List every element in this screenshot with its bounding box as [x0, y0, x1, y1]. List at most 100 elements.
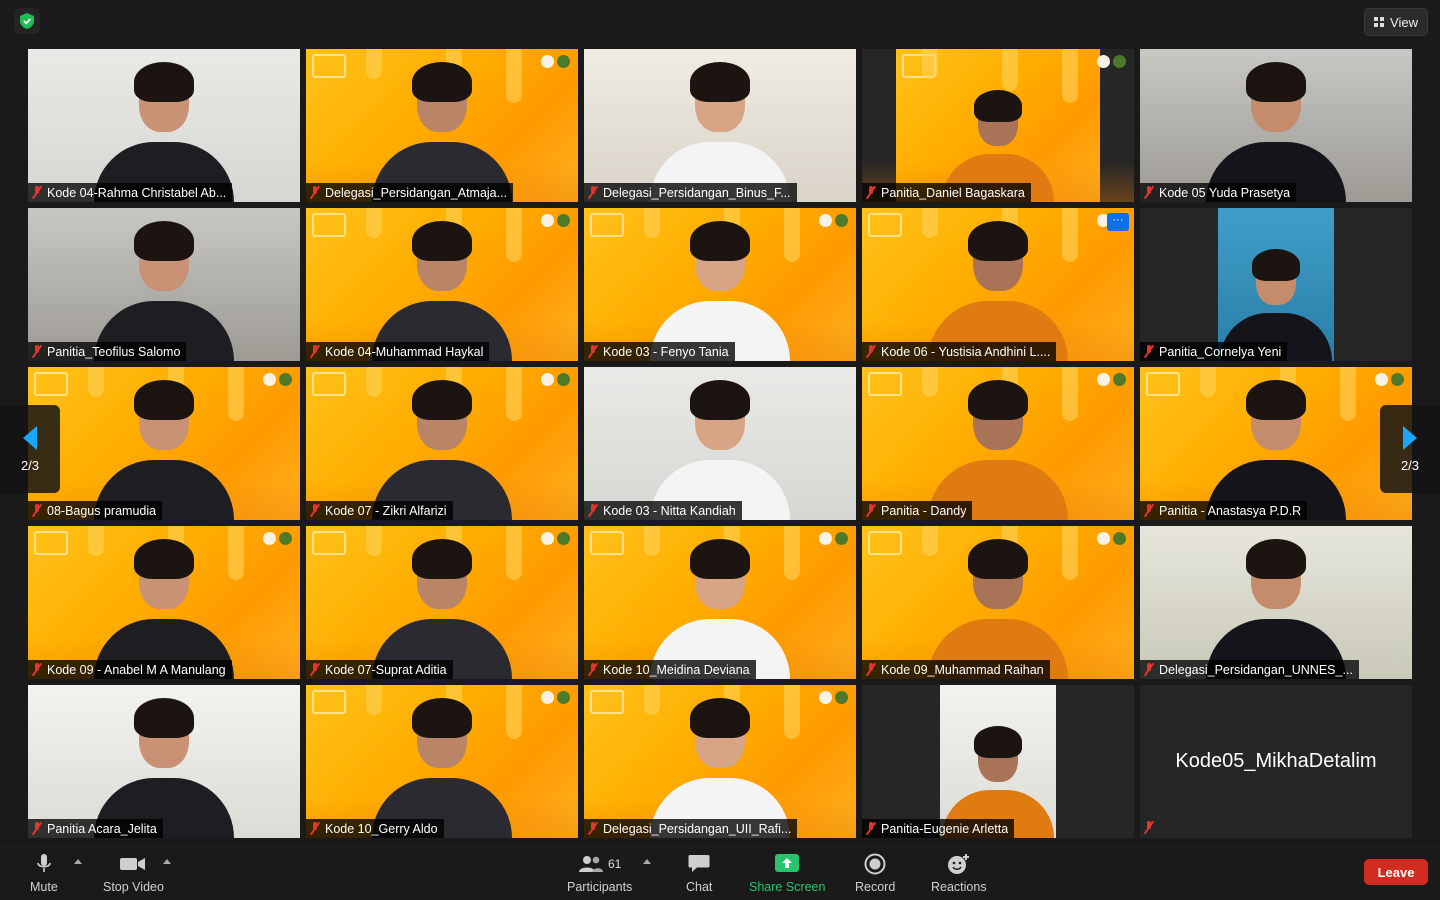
- participant-video: [928, 529, 1068, 679]
- video-tile[interactable]: Delegasi_Persidangan_UII_Rafi...: [584, 685, 856, 838]
- video-tile[interactable]: Kode05_MikhaDetalim: [1140, 685, 1412, 838]
- video-tile[interactable]: Panitia_Cornelya Yeni: [1140, 208, 1412, 361]
- meeting-toolbar: Mute Stop Video 61 Participants Chat Sha…: [0, 846, 1440, 900]
- participant-video: [1206, 370, 1346, 520]
- participants-label: Participants: [567, 880, 633, 894]
- view-button-label: View: [1390, 14, 1418, 30]
- video-tile[interactable]: Kode 09_Muhammad Raihan: [862, 526, 1134, 679]
- video-tile[interactable]: ··· Kode 06 - Yustisia Andhini L....: [862, 208, 1134, 361]
- muted-mic-icon: [1144, 186, 1154, 199]
- video-tile[interactable]: Panitia_Daniel Bagaskara: [862, 49, 1134, 202]
- share-screen-label: Share Screen: [749, 880, 826, 894]
- video-tile[interactable]: Delegasi_Persidangan_Binus_F...: [584, 49, 856, 202]
- participant-name: Panitia-Eugenie Arletta: [881, 821, 1009, 836]
- participant-name: Kode 09_Muhammad Raihan: [881, 662, 1044, 677]
- mute-button[interactable]: Mute: [30, 853, 58, 894]
- participant-name-label: Kode 03 - Nitta Kandiah: [584, 501, 742, 520]
- participant-name: Kode 07-Suprat Aditia: [325, 662, 447, 677]
- previous-page-button[interactable]: 2/3: [0, 405, 60, 493]
- participant-name-label: Kode 09_Muhammad Raihan: [862, 660, 1050, 679]
- video-options-chevron-icon[interactable]: [163, 859, 171, 864]
- video-tile[interactable]: Panitia_Teofilus Salomo: [28, 208, 300, 361]
- video-tile[interactable]: Kode 03 - Nitta Kandiah: [584, 367, 856, 520]
- participant-name-large: Kode05_MikhaDetalim: [1175, 750, 1377, 772]
- participant-name-label: Delegasi_Persidangan_UNNES_...: [1140, 660, 1359, 679]
- participant-name-label: Kode 09 - Anabel M A Manulang: [28, 660, 232, 679]
- record-label: Record: [855, 880, 896, 894]
- video-tile[interactable]: Kode 04-Rahma Christabel Ab...: [28, 49, 300, 202]
- video-tile[interactable]: Kode 09 - Anabel M A Manulang: [28, 526, 300, 679]
- event-logo: [868, 531, 902, 555]
- muted-mic-icon: [1144, 663, 1154, 676]
- muted-mic-icon: [310, 504, 320, 517]
- stop-video-label: Stop Video: [103, 880, 164, 894]
- muted-mic-icon: [588, 186, 598, 199]
- video-tile[interactable]: Kode 07 - Zikri Alfarizi: [306, 367, 578, 520]
- video-tile[interactable]: Panitia Acara_Jelita: [28, 685, 300, 838]
- page-indicator-left: 2/3: [20, 457, 40, 473]
- participant-name-label: Kode 05 Yuda Prasetya: [1140, 183, 1297, 202]
- muted-mic-icon: [310, 822, 320, 835]
- muted-mic-icon: [588, 345, 598, 358]
- video-tile[interactable]: Panitia-Eugenie Arletta: [862, 685, 1134, 838]
- participant-name: Kode 05 Yuda Prasetya: [1159, 185, 1291, 200]
- participant-name: Delegasi_Persidangan_Atmaja...: [325, 185, 508, 200]
- participant-name-label: Kode 06 - Yustisia Andhini L....: [862, 342, 1057, 361]
- share-screen-icon: [775, 853, 800, 875]
- video-tile[interactable]: Kode 04-Muhammad Haykal: [306, 208, 578, 361]
- video-tile[interactable]: Delegasi_Persidangan_Atmaja...: [306, 49, 578, 202]
- participant-name-label: Panitia - Anastasya P.D.R: [1140, 501, 1308, 520]
- participant-name-label: Kode 03 - Fenyo Tania: [584, 342, 735, 361]
- leave-button[interactable]: Leave: [1364, 859, 1428, 885]
- participants-chevron-icon[interactable]: [643, 859, 651, 864]
- participant-name-label: Panitia - Dandy: [862, 501, 973, 520]
- participant-video: [650, 52, 790, 202]
- video-tile[interactable]: Kode 10_Meidina Deviana: [584, 526, 856, 679]
- video-tile[interactable]: 08-Bagus pramudia: [28, 367, 300, 520]
- participant-name: Kode 04-Muhammad Haykal: [325, 344, 484, 359]
- video-tile[interactable]: Panitia - Anastasya P.D.R: [1140, 367, 1412, 520]
- video-tile[interactable]: Kode 07-Suprat Aditia: [306, 526, 578, 679]
- event-badges: [819, 691, 848, 704]
- participant-name: Kode 10_Meidina Deviana: [603, 662, 750, 677]
- next-page-button[interactable]: 2/3: [1380, 405, 1440, 493]
- gallery-grid: Kode 04-Rahma Christabel Ab... Delegasi_P…: [28, 49, 1412, 838]
- participant-name-label: Delegasi_Persidangan_Atmaja...: [306, 183, 514, 202]
- event-logo: [34, 372, 68, 396]
- record-button[interactable]: Record: [855, 853, 895, 894]
- video-tile[interactable]: Delegasi_Persidangan_UNNES_...: [1140, 526, 1412, 679]
- event-logo: [1146, 372, 1180, 396]
- participant-name-label: 08-Bagus pramudia: [28, 501, 163, 520]
- audio-options-chevron-icon[interactable]: [74, 859, 82, 864]
- event-logo: [312, 531, 346, 555]
- share-screen-button[interactable]: Share Screen: [749, 853, 825, 894]
- security-shield-icon[interactable]: [14, 8, 40, 34]
- video-tile[interactable]: Kode 05 Yuda Prasetya: [1140, 49, 1412, 202]
- participant-video: [650, 688, 790, 838]
- participant-name-label: Kode 07 - Zikri Alfarizi: [306, 501, 453, 520]
- more-options-button[interactable]: ···: [1107, 213, 1129, 231]
- event-logo: [590, 531, 624, 555]
- participants-button[interactable]: 61 Participants: [567, 853, 632, 894]
- event-badges: [1097, 532, 1126, 545]
- reactions-button[interactable]: Reactions: [931, 853, 987, 894]
- muted-mic-icon: [1144, 504, 1154, 517]
- muted-mic-icon: [588, 663, 598, 676]
- participant-video: [94, 211, 234, 361]
- video-tile[interactable]: Panitia - Dandy: [862, 367, 1134, 520]
- view-button[interactable]: View: [1364, 8, 1428, 36]
- leave-label: Leave: [1377, 864, 1415, 880]
- participant-video: [372, 529, 512, 679]
- event-logo: [312, 54, 346, 78]
- video-tile[interactable]: Kode 10_Gerry Aldo: [306, 685, 578, 838]
- stop-video-button[interactable]: Stop Video: [103, 853, 164, 894]
- video-tile[interactable]: Kode 03 - Fenyo Tania: [584, 208, 856, 361]
- muted-mic-icon: [310, 663, 320, 676]
- event-logo: [312, 690, 346, 714]
- chat-button[interactable]: Chat: [686, 853, 712, 894]
- muted-mic-icon: [32, 186, 42, 199]
- arrow-left-icon: [23, 425, 37, 450]
- participant-video: [928, 211, 1068, 361]
- muted-mic-icon: [310, 345, 320, 358]
- event-logo: [868, 372, 902, 396]
